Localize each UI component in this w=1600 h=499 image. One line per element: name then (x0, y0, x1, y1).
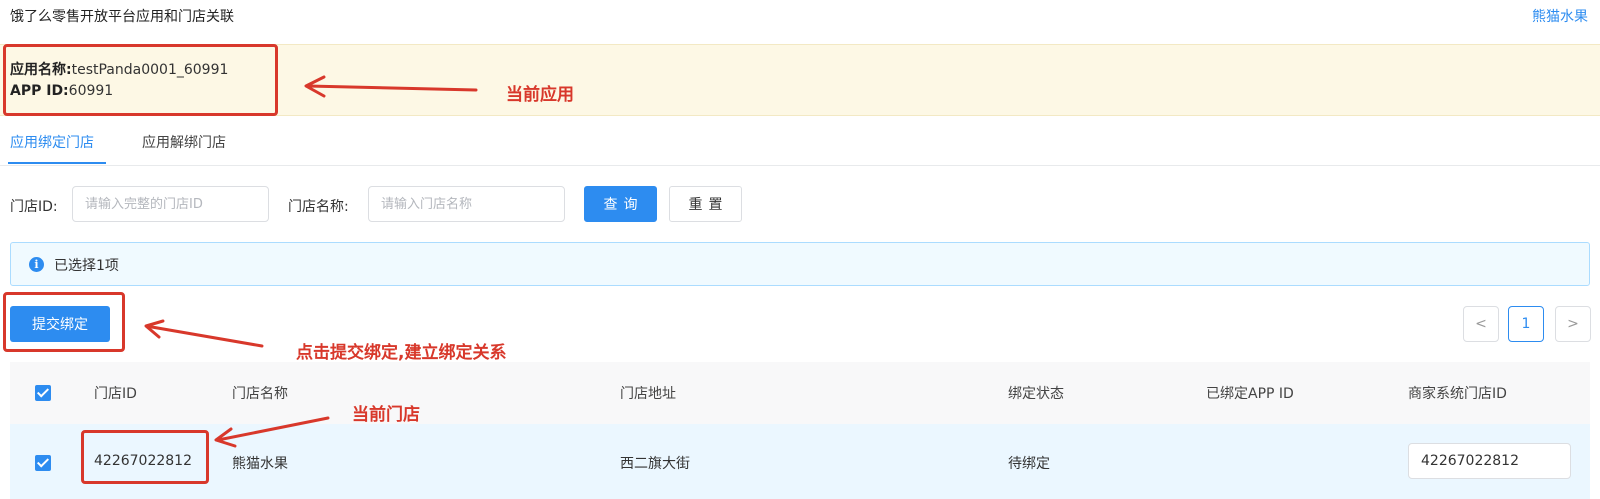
store-name-input[interactable] (368, 186, 565, 222)
pager-prev-button[interactable]: < (1463, 306, 1499, 342)
page-title: 饿了么零售开放平台应用和门店关联 (10, 9, 234, 25)
annotation-box-store (81, 430, 209, 484)
merchant-store-id-input[interactable] (1408, 443, 1571, 479)
tab-bind-store[interactable]: 应用绑定门店 (10, 132, 94, 152)
info-icon: i (29, 257, 44, 272)
table-row[interactable]: 42267022812 熊猫水果 西二旗大街 待绑定 (10, 424, 1590, 499)
tab-active-indicator (8, 162, 106, 164)
annotation-box-app (3, 44, 278, 116)
table-header: 门店ID 门店名称 门店地址 绑定状态 已绑定APP ID 商家系统门店ID (10, 362, 1590, 424)
reset-button[interactable]: 重置 (669, 186, 742, 222)
annotation-current-store: 当前门店 (352, 405, 420, 425)
annotation-box-submit (3, 292, 125, 352)
store-id-input[interactable] (72, 186, 269, 222)
cell-address: 西二旗大街 (620, 456, 690, 472)
search-button[interactable]: 查询 (584, 186, 657, 222)
pager-next-button[interactable]: > (1555, 306, 1591, 342)
cell-store-name: 熊猫水果 (232, 456, 288, 472)
tabs: 应用绑定门店 应用解绑门店 (0, 118, 1600, 166)
store-id-label: 门店ID: (10, 199, 58, 215)
store-name-label: 门店名称: (288, 199, 349, 215)
tab-unbind-store[interactable]: 应用解绑门店 (142, 132, 226, 152)
annotation-current-app: 当前应用 (506, 85, 574, 105)
selection-count-text: 已选择1项 (54, 258, 119, 274)
cell-status: 待绑定 (1008, 456, 1050, 472)
column-header-store-name: 门店名称 (232, 386, 288, 402)
select-all-checkbox[interactable] (35, 385, 51, 401)
column-header-address: 门店地址 (620, 386, 676, 402)
arrow-submit (144, 319, 264, 348)
annotation-submit-hint: 点击提交绑定,建立绑定关系 (296, 343, 507, 363)
row-checkbox[interactable] (35, 455, 51, 471)
column-header-bound-app-id: 已绑定APP ID (1206, 386, 1294, 402)
column-header-merchant-store-id: 商家系统门店ID (1408, 386, 1507, 402)
column-header-store-id: 门店ID (94, 386, 137, 402)
column-header-status: 绑定状态 (1008, 386, 1064, 402)
store-link[interactable]: 熊猫水果 (1532, 6, 1588, 26)
pager-page-1[interactable]: 1 (1508, 306, 1544, 342)
selection-alert: i 已选择1项 (10, 242, 1590, 286)
